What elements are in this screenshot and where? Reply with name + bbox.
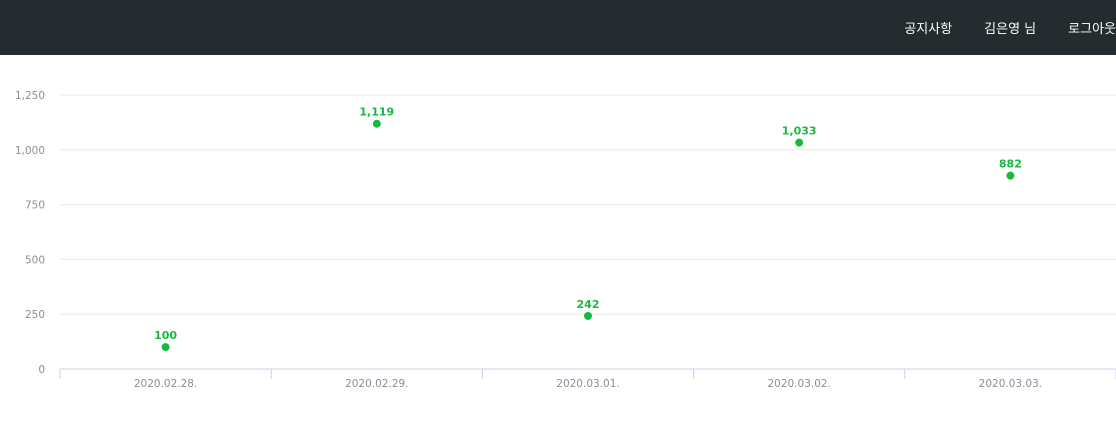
data-label: 100: [154, 329, 177, 342]
data-label: 1,119: [359, 106, 394, 119]
data-point[interactable]: [161, 343, 170, 352]
notice-link[interactable]: 공지사항: [904, 18, 952, 37]
data-point[interactable]: [795, 138, 804, 147]
y-tick-label: 1,250: [15, 90, 45, 102]
user-name-link[interactable]: 김은영 님: [984, 18, 1036, 37]
y-tick-label: 0: [38, 364, 45, 376]
y-tick-label: 750: [25, 200, 45, 212]
y-tick-label: 250: [25, 309, 45, 321]
top-navigation-bar: 공지사항 김은영 님 로그아웃: [0, 0, 1116, 55]
data-point[interactable]: [1006, 171, 1015, 180]
y-tick-label: 1,000: [15, 145, 45, 157]
y-tick-label: 500: [25, 254, 45, 266]
header-nav: 공지사항 김은영 님 로그아웃: [872, 0, 1116, 55]
data-label: 1,033: [782, 125, 817, 138]
x-tick-label: 2020.02.29.: [345, 378, 408, 390]
logout-link[interactable]: 로그아웃: [1068, 18, 1116, 37]
x-tick-label: 2020.03.03.: [979, 378, 1042, 390]
chart-area: 0 250 500 750 1,000 1,250 2020.02.28. 2020.02.2…: [0, 55, 1116, 421]
x-tick-label: 2020.03.02.: [767, 378, 830, 390]
data-point[interactable]: [584, 311, 592, 320]
x-tick-label: 2020.03.01.: [556, 378, 619, 390]
x-tick-label: 2020.02.28.: [134, 378, 197, 390]
daily-count-chart: 0 250 500 750 1,000 1,250 2020.02.28. 2020.02.2…: [15, 90, 1116, 390]
data-point[interactable]: [372, 119, 381, 128]
data-label: 882: [999, 158, 1022, 171]
data-label: 242: [577, 298, 600, 311]
